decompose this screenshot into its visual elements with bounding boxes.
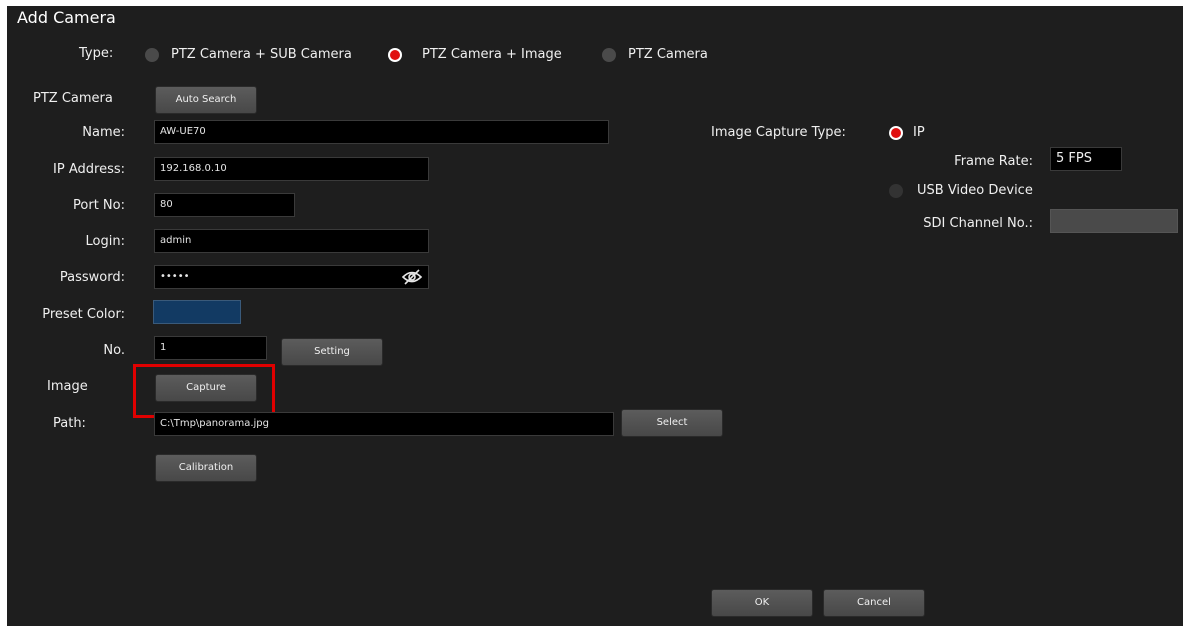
radio-usb-video-device[interactable]: USB Video Device (889, 182, 1049, 200)
select-button[interactable]: Select (621, 409, 723, 437)
frame-rate-select[interactable]: 5 FPS (1050, 147, 1122, 171)
radio-usb-label: USB Video Device (917, 183, 1033, 198)
radio-ptz-image[interactable]: PTZ Camera + Image (388, 46, 588, 64)
radio-ptz-camera[interactable]: PTZ Camera (602, 46, 732, 64)
dialog-title: Add Camera (17, 8, 116, 27)
no-input[interactable]: 1 (154, 336, 267, 360)
image-capture-type-label: Image Capture Type: (711, 125, 846, 140)
ok-button[interactable]: OK (711, 589, 813, 617)
radio-ip[interactable]: IP (889, 124, 949, 142)
radio-on-icon (388, 48, 402, 62)
no-label: No. (103, 343, 125, 358)
type-label: Type: (79, 46, 114, 61)
path-label: Path: (53, 416, 86, 431)
path-input[interactable]: C:\Tmp\panorama.jpg (154, 412, 614, 436)
password-input[interactable]: ••••• (154, 265, 429, 289)
setting-button[interactable]: Setting (281, 338, 383, 366)
radio-off-icon (602, 48, 616, 62)
sdi-channel-label: SDI Channel No.: (923, 216, 1033, 231)
radio-ip-label: IP (913, 125, 925, 140)
port-label: Port No: (73, 198, 125, 213)
radio-ptz-sub-camera[interactable]: PTZ Camera + SUB Camera (145, 46, 375, 64)
ptz-section-label: PTZ Camera (33, 91, 113, 106)
login-label: Login: (85, 234, 125, 249)
radio-ptz-image-label: PTZ Camera + Image (422, 47, 562, 62)
auto-search-button[interactable]: Auto Search (155, 86, 257, 114)
radio-off-icon (889, 184, 903, 198)
eye-slash-icon[interactable] (401, 269, 423, 285)
radio-ptz-camera-label: PTZ Camera (628, 47, 708, 62)
cancel-button[interactable]: Cancel (823, 589, 925, 617)
ip-address-label: IP Address: (53, 162, 125, 177)
login-input[interactable]: admin (154, 229, 429, 253)
add-camera-dialog: Add Camera Type: PTZ Camera + SUB Camera… (7, 6, 1183, 626)
sdi-channel-input[interactable] (1050, 209, 1178, 233)
image-section-label: Image (47, 379, 88, 394)
radio-on-icon (889, 126, 903, 140)
ip-address-input[interactable]: 192.168.0.10 (154, 157, 429, 181)
preset-color-swatch[interactable] (153, 300, 241, 324)
radio-off-icon (145, 48, 159, 62)
port-input[interactable]: 80 (154, 193, 295, 217)
frame-rate-label: Frame Rate: (954, 154, 1033, 169)
preset-color-label: Preset Color: (42, 307, 125, 322)
password-label: Password: (59, 270, 125, 285)
calibration-button[interactable]: Calibration (155, 454, 257, 482)
password-value: ••••• (160, 271, 190, 282)
name-label: Name: (82, 125, 125, 140)
radio-ptz-sub-camera-label: PTZ Camera + SUB Camera (171, 47, 352, 62)
capture-button[interactable]: Capture (155, 374, 257, 402)
name-input[interactable]: AW-UE70 (154, 120, 609, 144)
